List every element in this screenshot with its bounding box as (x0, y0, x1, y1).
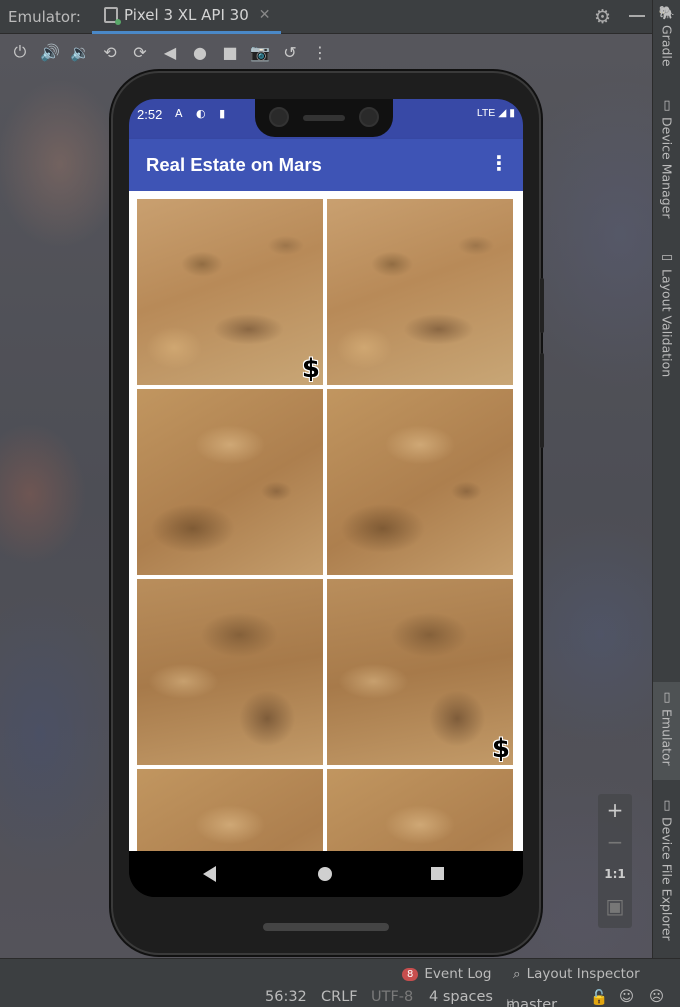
tab-layout-validation-label: Layout Validation (659, 269, 675, 378)
caret-position[interactable]: 56:32 (265, 989, 307, 1005)
panel-label: Emulator: (8, 7, 81, 26)
fit-screen-icon[interactable]: ▣ (598, 890, 632, 922)
indent-setting[interactable]: 4 spaces (429, 989, 493, 1005)
layout-inspector-label: Layout Inspector (526, 966, 640, 982)
mars-property-tile[interactable]: $ (327, 579, 513, 765)
mars-property-tile[interactable] (327, 769, 513, 851)
event-log-button[interactable]: 8 Event Log (402, 963, 491, 985)
tab-emulator[interactable]: ▯ Emulator (653, 682, 680, 780)
inspector-icon: ⌕ (513, 966, 521, 982)
snapshot-icon[interactable]: ↺ (276, 38, 304, 66)
tab-layout-validation[interactable]: ▭ Layout Validation (653, 250, 680, 377)
mars-property-tile[interactable]: $ (137, 199, 323, 385)
layout-validation-icon: ▭ (660, 250, 674, 265)
for-sale-badge: $ (491, 734, 510, 764)
nav-recents-icon[interactable] (431, 867, 444, 880)
emulator-controls: ⏻ 🔊 🔉 ⟲ ⟳ ◀ ● ■ 📷 ↺ ⋮ (0, 35, 652, 69)
front-camera-icon (359, 107, 379, 127)
for-sale-badge: $ (301, 354, 320, 384)
device-frame: 2:52 A ◐ ▮ LTE ◢ ▮ Real Estate on Mars ⋮… (113, 73, 544, 953)
event-log-label: Event Log (424, 966, 492, 982)
notification-icons: A ◐ ▮ (175, 107, 231, 120)
overflow-menu-icon[interactable]: ⋮ (489, 151, 509, 175)
home-icon[interactable]: ● (186, 38, 214, 66)
volume-side-button[interactable] (540, 353, 544, 448)
app-bar: Real Estate on Mars ⋮ (129, 139, 523, 191)
tab-device-manager-label: Device Manager (659, 117, 675, 219)
tab-device[interactable]: Pixel 3 XL API 30 ✕ (92, 0, 281, 34)
smiley-icon[interactable]: ☺ (619, 989, 634, 1005)
android-nav-bar (129, 851, 523, 897)
line-separator[interactable]: CRLF (321, 989, 358, 1005)
power-icon[interactable]: ⏻ (6, 38, 34, 66)
rotate-left-icon[interactable]: ⟲ (96, 38, 124, 66)
tab-gradle-label: Gradle (659, 25, 675, 67)
volume-up-icon[interactable]: 🔊 (36, 38, 64, 66)
tab-device-manager[interactable]: ▯ Device Manager (653, 98, 680, 219)
mars-property-tile[interactable] (137, 389, 323, 575)
close-icon[interactable]: ✕ (259, 7, 271, 23)
git-branch-label: master (506, 997, 558, 1007)
nav-home-icon[interactable] (318, 867, 332, 881)
nav-back-icon[interactable] (203, 866, 216, 882)
tab-device-file-explorer[interactable]: ▯ Device File Explorer (653, 798, 680, 941)
earpiece-speaker (303, 115, 345, 121)
zoom-controls: + − 1:1 ▣ (598, 794, 632, 928)
elephant-icon: 🐘 (658, 6, 676, 21)
file-explorer-icon: ▯ (663, 798, 671, 813)
network-status: LTE ◢ ▮ (476, 107, 515, 119)
lock-icon[interactable]: 🔓 (590, 989, 608, 1006)
volume-down-icon[interactable]: 🔉 (66, 38, 94, 66)
mars-property-tile[interactable] (327, 389, 513, 575)
mars-property-tile[interactable] (137, 769, 323, 851)
device-icon (104, 7, 121, 25)
more-icon[interactable]: ⋮ (306, 38, 334, 66)
device-screen[interactable]: 2:52 A ◐ ▮ LTE ◢ ▮ Real Estate on Mars ⋮… (129, 99, 523, 897)
sad-icon[interactable]: ☹ (649, 989, 664, 1005)
tab-emulator-label: Emulator (659, 709, 675, 766)
overview-icon[interactable]: ■ (216, 38, 244, 66)
tab-device-label: Pixel 3 XL API 30 (124, 6, 249, 24)
page-title: Real Estate on Mars (146, 154, 322, 175)
ide-status-bar: 8 Event Log ⌕ Layout Inspector 56:32 CRL… (0, 958, 680, 1007)
zoom-ratio-button[interactable]: 1:1 (598, 858, 632, 890)
zoom-out-button[interactable]: − (598, 826, 632, 858)
back-icon[interactable]: ◀ (156, 38, 184, 66)
emulator-toolbar: Emulator: Pixel 3 XL API 30 ✕ ⚙ (0, 0, 652, 34)
photo-grid-container: $ $ (129, 191, 523, 851)
display-notch (255, 99, 393, 137)
status-time: 2:52 (137, 107, 163, 122)
minimize-icon[interactable] (629, 15, 645, 17)
tab-device-file-explorer-label: Device File Explorer (659, 817, 675, 941)
device-manager-icon: ▯ (663, 98, 671, 113)
mars-property-tile[interactable] (327, 199, 513, 385)
file-encoding[interactable]: UTF-8 (371, 989, 413, 1005)
event-count-badge: 8 (402, 967, 419, 981)
right-toolbar: 🐘 Gradle ▯ Device Manager ▭ Layout Valid… (652, 0, 680, 958)
camera-icon[interactable]: 📷 (246, 38, 274, 66)
layout-inspector-button[interactable]: ⌕ Layout Inspector (513, 963, 640, 985)
gear-icon[interactable]: ⚙ (594, 6, 611, 28)
bottom-speaker (263, 923, 389, 931)
front-camera-icon (269, 107, 289, 127)
rotate-right-icon[interactable]: ⟳ (126, 38, 154, 66)
mars-property-tile[interactable] (137, 579, 323, 765)
power-side-button[interactable] (540, 278, 544, 333)
zoom-in-button[interactable]: + (598, 794, 632, 826)
tab-gradle[interactable]: 🐘 Gradle (653, 6, 680, 67)
emulator-icon: ▯ (663, 690, 671, 705)
